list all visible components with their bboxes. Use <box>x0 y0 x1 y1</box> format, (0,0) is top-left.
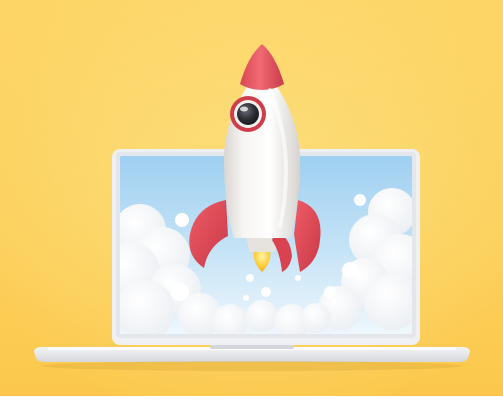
rocket-window <box>230 96 266 132</box>
white-frame-bottom <box>0 396 503 402</box>
laptop-shadow <box>42 361 462 371</box>
illustration-canvas <box>0 0 503 402</box>
rocket-launch-illustration <box>0 0 503 402</box>
laptop-hinge <box>210 345 294 349</box>
